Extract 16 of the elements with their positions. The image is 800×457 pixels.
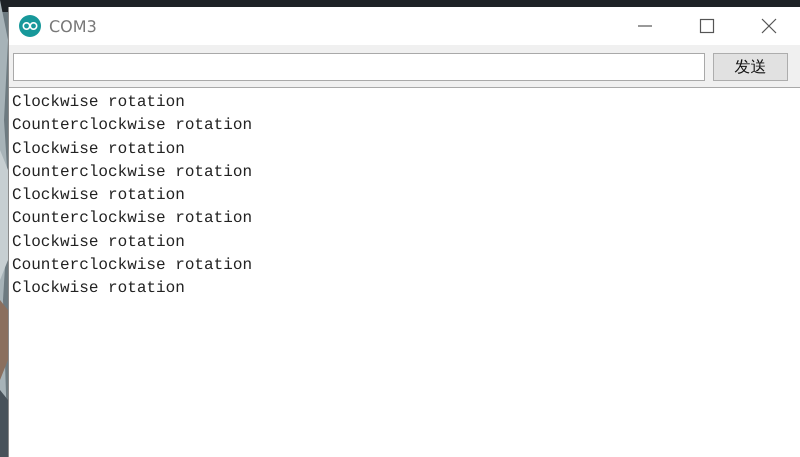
output-line: Clockwise rotation bbox=[12, 92, 185, 113]
output-line: Counterclockwise rotation bbox=[12, 162, 252, 183]
output-line: Counterclockwise rotation bbox=[12, 255, 252, 276]
minimize-icon bbox=[637, 25, 653, 27]
output-line: Clockwise rotation bbox=[12, 278, 185, 300]
window-title: COM3 bbox=[49, 16, 97, 36]
send-button[interactable]: 发送 bbox=[713, 53, 788, 81]
output-line: Clockwise rotation bbox=[12, 138, 185, 160]
output-line: Counterclockwise rotation bbox=[12, 208, 252, 230]
output-line: Counterclockwise rotation bbox=[12, 115, 252, 136]
close-icon bbox=[761, 18, 777, 34]
output-line: Clockwise rotation bbox=[12, 185, 185, 206]
maximize-icon bbox=[699, 18, 715, 34]
output-line: Clockwise rotation bbox=[12, 232, 185, 253]
logo-icon bbox=[19, 15, 41, 37]
input-field[interactable] bbox=[13, 53, 705, 81]
